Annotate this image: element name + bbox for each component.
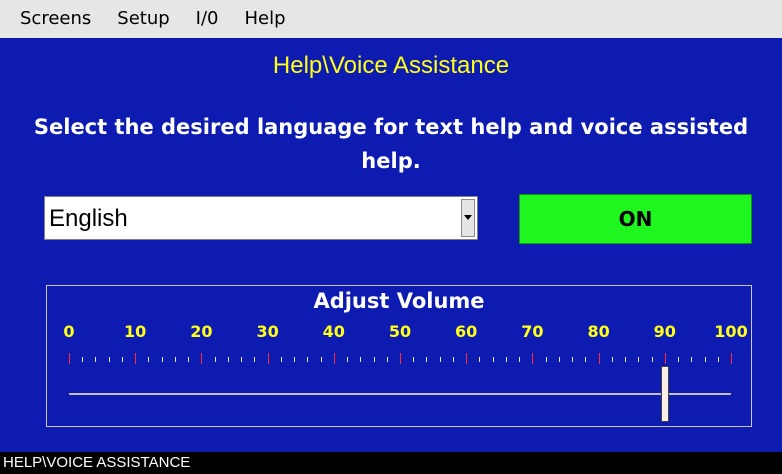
volume-minor-tick	[360, 357, 362, 362]
volume-minor-tick	[651, 357, 653, 362]
volume-major-tick	[532, 353, 534, 364]
volume-title: Adjust Volume	[313, 289, 485, 313]
volume-scale-label: 50	[388, 322, 412, 341]
volume-minor-tick	[95, 357, 97, 362]
volume-minor-tick	[214, 357, 216, 362]
volume-minor-tick	[691, 357, 693, 362]
volume-minor-tick	[704, 357, 706, 362]
dropdown-arrow-button[interactable]	[461, 199, 475, 237]
volume-minor-tick	[452, 357, 454, 362]
instruction-line-1: Select the desired language for text hel…	[33, 115, 749, 139]
volume-minor-tick	[505, 357, 507, 362]
language-select[interactable]: English	[44, 196, 478, 240]
volume-major-tick	[598, 353, 600, 364]
menu-bar: Screens Setup I/0 Help	[0, 0, 782, 38]
menu-io[interactable]: I/0	[182, 0, 231, 38]
volume-minor-tick	[558, 357, 560, 362]
volume-minor-tick	[294, 357, 296, 362]
volume-minor-tick	[121, 357, 123, 362]
status-bar: HELP\VOICE ASSISTANCE	[0, 452, 782, 474]
menu-setup[interactable]: Setup	[103, 0, 181, 38]
volume-scale-label: 40	[322, 322, 345, 341]
volume-major-tick	[69, 353, 70, 364]
volume-scale-label: 60	[455, 322, 478, 341]
main-panel: Help\Voice Assistance Select the desired…	[10, 38, 772, 449]
volume-slider-thumb[interactable]	[660, 366, 669, 422]
menu-help[interactable]: Help	[231, 0, 298, 38]
volume-minor-tick	[625, 357, 627, 362]
volume-major-tick	[201, 353, 203, 364]
volume-scale-label: 0	[63, 322, 75, 341]
volume-minor-tick	[519, 357, 521, 362]
volume-major-tick	[267, 353, 269, 364]
volume-major-tick	[333, 353, 335, 364]
volume-minor-tick	[227, 357, 229, 362]
volume-minor-tick	[413, 357, 415, 362]
volume-minor-tick	[717, 357, 719, 362]
volume-scale-label: 30	[256, 322, 279, 341]
volume-major-tick	[664, 353, 666, 364]
volume-major-tick	[466, 353, 468, 364]
volume-minor-tick	[254, 357, 256, 362]
volume-scale-label: 10	[124, 322, 147, 341]
volume-minor-tick	[82, 357, 84, 362]
status-text: HELP\VOICE ASSISTANCE	[3, 454, 191, 471]
language-select-value: English	[49, 205, 128, 232]
volume-minor-tick	[638, 357, 640, 362]
volume-minor-tick	[439, 357, 441, 362]
volume-minor-tick	[320, 357, 322, 362]
triangle-down-icon	[464, 215, 472, 220]
volume-minor-tick	[572, 357, 574, 362]
volume-minor-tick	[386, 357, 388, 362]
volume-scale-label: 80	[587, 322, 610, 341]
volume-minor-tick	[307, 357, 309, 362]
screen-title: Help\Voice Assistance	[272, 52, 510, 79]
volume-major-tick	[400, 353, 401, 364]
volume-minor-tick	[161, 357, 163, 362]
volume-minor-tick	[241, 357, 243, 362]
volume-minor-tick	[545, 357, 547, 362]
volume-scale-label: 70	[521, 322, 544, 341]
volume-minor-tick	[611, 357, 613, 362]
volume-major-tick	[731, 353, 732, 364]
volume-minor-tick	[678, 357, 680, 362]
volume-minor-tick	[492, 357, 494, 362]
volume-minor-tick	[188, 357, 190, 362]
volume-minor-tick	[373, 357, 375, 362]
volume-minor-tick	[174, 357, 176, 362]
volume-scale-label: 100	[714, 322, 748, 341]
volume-minor-tick	[280, 357, 282, 362]
volume-minor-tick	[479, 357, 481, 362]
voice-on-button[interactable]: ON	[519, 194, 752, 244]
volume-minor-tick	[148, 357, 150, 362]
instruction-text: Select the desired language for text hel…	[10, 110, 772, 178]
volume-panel: Adjust Volume 0 10 20 30 40 50 60 70 80 90 100	[46, 285, 752, 427]
volume-scale-label: 20	[190, 322, 213, 341]
volume-minor-tick	[347, 357, 349, 362]
volume-minor-tick	[426, 357, 428, 362]
volume-minor-tick	[108, 357, 110, 362]
volume-minor-tick	[585, 357, 587, 362]
volume-major-tick	[135, 353, 137, 364]
volume-slider-track[interactable]	[69, 393, 731, 395]
menu-screens[interactable]: Screens	[0, 0, 103, 38]
instruction-line-2: help.	[361, 149, 421, 173]
volume-scale-label: 90	[653, 322, 676, 341]
